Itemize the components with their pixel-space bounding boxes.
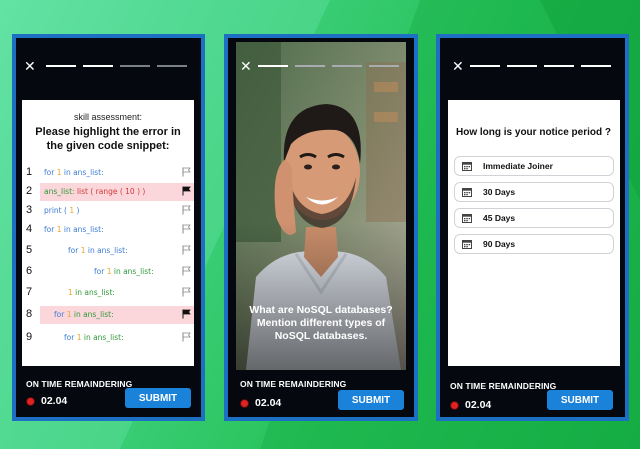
question-title: Please highlight the error in the given … — [35, 126, 181, 152]
timer: 02.04 — [240, 397, 281, 409]
top-bar: ✕ — [16, 56, 201, 76]
flag-icon[interactable] — [182, 224, 191, 234]
code-line[interactable]: 3 print ( 1 ) — [22, 202, 194, 220]
timer-label: ON TIME REMAINDERING — [26, 379, 133, 389]
code-line[interactable]: 7 1 in ans_list: — [22, 284, 194, 302]
calendar-icon — [462, 240, 472, 249]
timer-label: ON TIME REMAINDERING — [240, 379, 347, 389]
question-card: skill assessment: Please highlight the e… — [22, 100, 194, 366]
calendar-icon — [462, 188, 472, 197]
line-number: 5 — [26, 244, 33, 256]
progress-segment-1 — [46, 65, 76, 67]
record-dot-icon — [450, 400, 459, 410]
flag-icon[interactable] — [182, 167, 191, 177]
code-text: print ( 1 ) — [44, 206, 80, 215]
flag-icon[interactable] — [182, 186, 191, 196]
code-line[interactable]: 8 for 1 in ans_list: — [26, 306, 194, 324]
submit-button[interactable]: SUBMIT — [547, 390, 613, 410]
flag-icon[interactable] — [182, 287, 191, 297]
line-number: 7 — [26, 286, 33, 298]
code-text: for 1 in ans_list: — [44, 225, 104, 234]
code-line[interactable]: 9 for 1 in ans_list: — [22, 329, 194, 347]
progress-segment-3 — [332, 65, 362, 67]
top-bar: ✕ — [228, 56, 414, 76]
question-card: How long is your notice period ? Immedia… — [448, 100, 620, 366]
code-text: for 1 in ans_list: — [44, 168, 104, 177]
code-text: for 1 in ans_list: — [94, 267, 154, 276]
close-icon[interactable]: ✕ — [24, 56, 36, 76]
progress-segment-1 — [258, 65, 288, 67]
line-number: 1 — [26, 166, 33, 178]
option-label: 45 Days — [483, 213, 516, 223]
timer-value: 02.04 — [255, 397, 282, 409]
flag-icon[interactable] — [182, 266, 191, 276]
record-dot-icon — [26, 396, 35, 406]
line-number: 3 — [26, 204, 33, 216]
timer-label: ON TIME REMAINDERING — [450, 381, 557, 391]
close-icon[interactable]: ✕ — [240, 56, 252, 76]
code-snippet: 1 for 1 in ans_list: 2 ans_list: list ( ran… — [22, 164, 194, 362]
flag-icon[interactable] — [182, 309, 191, 319]
calendar-icon — [462, 214, 472, 223]
progress-segment-4 — [581, 65, 611, 67]
option-immediate-joiner[interactable]: Immediate Joiner — [454, 156, 614, 176]
progress-segment-3 — [120, 65, 150, 67]
line-number: 8 — [26, 308, 33, 320]
code-line[interactable]: 5 for 1 in ans_list: — [22, 242, 194, 260]
submit-button[interactable]: SUBMIT — [338, 390, 404, 410]
option-90-days[interactable]: 90 Days — [454, 234, 614, 254]
progress-segment-2 — [83, 65, 113, 67]
progress-segment-3 — [544, 65, 574, 67]
option-label: Immediate Joiner — [483, 161, 553, 171]
code-text: ans_list: list ( range ( 10 ) ) — [44, 187, 146, 196]
phone-screen-notice-period: ✕ How long is your notice period ? Immed… — [436, 34, 629, 421]
close-icon[interactable]: ✕ — [452, 56, 464, 76]
phone-screen-video-question: What are NoSQL databases? Mention differ… — [224, 34, 418, 421]
option-45-days[interactable]: 45 Days — [454, 208, 614, 228]
phone-screen-code-assessment: ✕ skill assessment: Please highlight the… — [12, 34, 205, 421]
timer: 02.04 — [450, 399, 491, 411]
flag-icon[interactable] — [182, 245, 191, 255]
option-label: 30 Days — [483, 187, 516, 197]
line-number: 4 — [26, 223, 33, 235]
flag-icon[interactable] — [182, 332, 191, 342]
question-text: What are NoSQL databases? Mention differ… — [249, 304, 393, 342]
skill-label: skill assessment: — [73, 112, 143, 122]
timer-value: 02.04 — [41, 395, 68, 407]
progress-segment-1 — [470, 65, 500, 67]
flag-icon[interactable] — [182, 205, 191, 215]
calendar-icon — [462, 162, 472, 171]
line-number: 9 — [26, 331, 33, 343]
top-bar: ✕ — [440, 56, 625, 76]
timer-value: 02.04 — [465, 399, 492, 411]
code-line[interactable]: 6 for 1 in ans_list: — [22, 263, 194, 281]
code-line[interactable]: 2 ans_list: list ( range ( 10 ) ) — [26, 183, 194, 201]
code-text: for 1 in ans_list: — [54, 310, 114, 319]
code-text: 1 in ans_list: — [68, 288, 115, 297]
code-text: for 1 in ans_list: — [68, 246, 128, 255]
question-title: How long is your notice period ? — [456, 127, 612, 138]
progress-segment-2 — [295, 65, 325, 67]
submit-button[interactable]: SUBMIT — [125, 388, 191, 408]
line-number: 6 — [26, 265, 33, 277]
line-number: 2 — [26, 185, 33, 197]
option-30-days[interactable]: 30 Days — [454, 182, 614, 202]
option-label: 90 Days — [483, 239, 516, 249]
progress-segment-4 — [157, 65, 187, 67]
progress-segment-2 — [507, 65, 537, 67]
code-line[interactable]: 4 for 1 in ans_list: — [22, 221, 194, 239]
timer: 02.04 — [26, 395, 67, 407]
interviewer-photo: What are NoSQL databases? Mention differ… — [236, 42, 406, 370]
code-text: for 1 in ans_list: — [64, 333, 124, 342]
record-dot-icon — [240, 398, 249, 408]
code-line[interactable]: 1 for 1 in ans_list: — [22, 164, 194, 182]
progress-segment-4 — [369, 65, 399, 67]
